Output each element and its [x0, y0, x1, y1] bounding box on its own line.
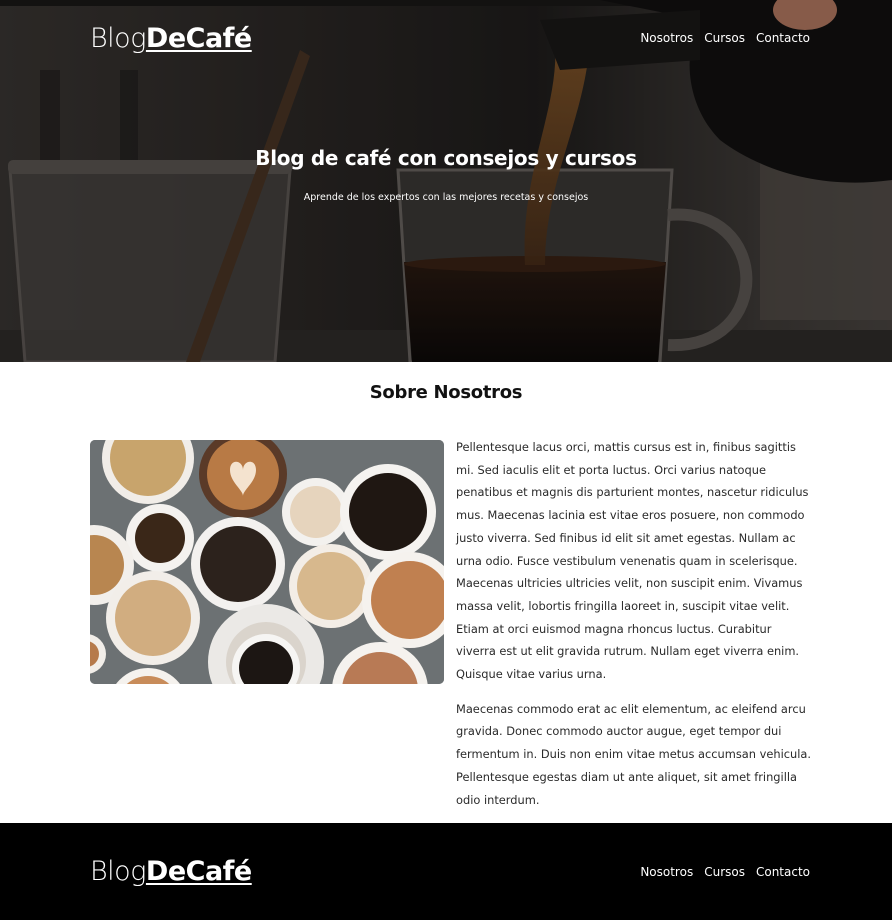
logo-text-light: Blog: [90, 22, 146, 54]
coffee-cups-image: [90, 440, 444, 684]
nav-link-cursos[interactable]: Cursos: [704, 31, 745, 45]
section-title: Sobre Nosotros: [369, 382, 523, 403]
nav-link-contacto[interactable]: Contacto: [756, 31, 810, 45]
logo-text-bold: DeCafé: [145, 22, 252, 54]
footer-nav-link-contacto[interactable]: Contacto: [756, 865, 810, 879]
about-paragraph-1: Pellentesque lacus orci, mattis cursus e…: [456, 440, 809, 682]
footer-logo-link[interactable]: Blog DeCafé: [90, 856, 252, 887]
hero-subtitle: Aprende de los expertos con las mejores …: [303, 192, 589, 203]
site-header: Blog DeCafé Nosotros Cursos Contacto: [0, 0, 892, 76]
about-paragraph-2: Maecenas commodo erat ac elit elementum,…: [456, 701, 811, 807]
about-section: Sobre Nosotros Pellentesque lacus orci, …: [0, 362, 892, 823]
about-text: Pellentesque lacus orci, mattis cursus e…: [456, 436, 812, 823]
footer-nav-link-nosotros[interactable]: Nosotros: [640, 865, 693, 879]
footer-logo-text-bold: DeCafé: [145, 856, 252, 887]
footer-nav-link-cursos[interactable]: Cursos: [704, 865, 745, 879]
site-footer: Blog DeCafé Nosotros Cursos Contacto: [0, 823, 892, 920]
hero-section: Blog DeCafé Nosotros Cursos Contacto Blog…: [0, 0, 892, 362]
coffee-cups-illustration: [90, 440, 444, 684]
footer-logo-text-light: Blog: [90, 856, 146, 887]
footer-nav: Nosotros Cursos Contacto: [640, 865, 810, 879]
main-nav: Nosotros Cursos Contacto: [640, 31, 810, 45]
hero-title: Blog de café con consejos y cursos: [255, 146, 637, 170]
nav-link-nosotros[interactable]: Nosotros: [640, 31, 693, 45]
logo-link[interactable]: Blog DeCafé: [90, 23, 252, 54]
